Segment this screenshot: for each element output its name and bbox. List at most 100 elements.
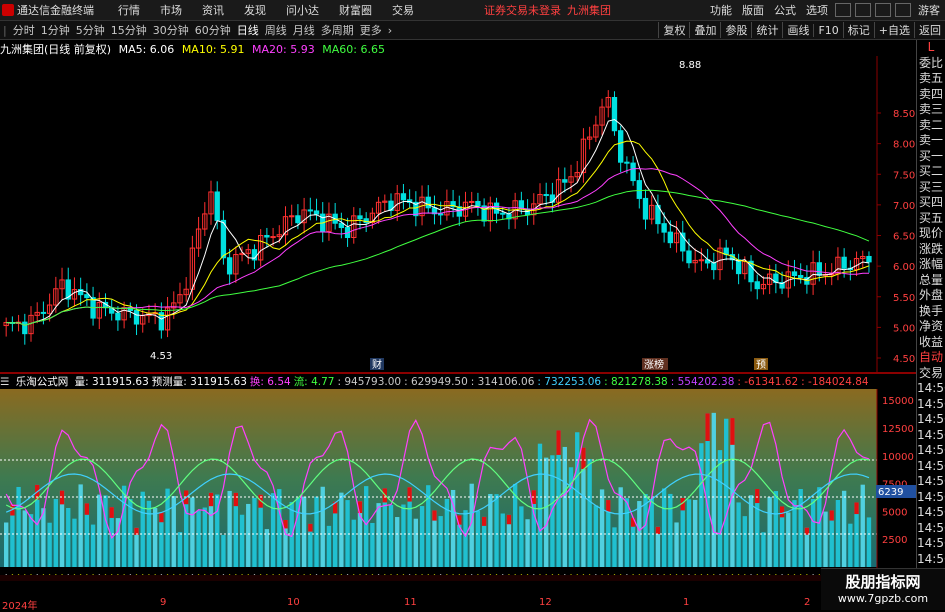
volume-bar [351,519,356,567]
menu-caifuquan[interactable]: 财富圈 [339,2,372,18]
volume-bar-top-red [506,514,512,525]
price-tick-label: 6.00 [893,262,915,273]
volume-bar-top-red [159,512,164,523]
volume-bar-top-red [606,500,611,513]
volume-bar [717,450,723,567]
price-tick-label: 6.50 [893,232,915,243]
volume-bar-top-red [233,492,239,507]
side-buy3: 买三 [918,179,943,194]
candle-body [636,180,642,199]
login-notice[interactable]: 证券交易未登录 [484,2,561,18]
tab-daily[interactable]: 日线 [237,22,259,38]
watermark-url: www.7gpzb.com [837,592,929,605]
tool-fanhui[interactable]: 返回 [914,22,945,38]
volume-bar [395,517,400,567]
marker-cai[interactable]: 财 [372,358,382,371]
volume-bar [326,525,332,567]
volume-bar [494,494,499,567]
settings-icon[interactable] [875,3,891,17]
indicator-value-10: : -61341.62 [737,376,799,388]
volume-bar [692,499,698,567]
date-12: 12 [539,597,552,608]
volume-bar [724,418,729,567]
tool-zixuan[interactable]: +自选 [873,22,914,38]
volume-bar [320,486,325,567]
tab-30min[interactable]: 30分钟 [153,22,189,38]
toolbar-left-icon[interactable]: | [3,24,7,37]
volume-bar [364,486,369,567]
tool-fuquan[interactable]: 复权 [658,22,689,38]
indicator-value-3: 流: 4.77 [293,376,335,388]
volume-bar-top-red [84,503,90,515]
side-time-1: 14:56 [917,396,945,411]
candlestick-chart[interactable]: 8.88 4.53 财 涨榜 预 8.50 8.00 7.50 7.00 6.50 6.0… [0,56,917,372]
side-time-3: 14:56 [917,427,945,442]
date-1: 1 [683,597,690,608]
tab-1min[interactable]: 1分钟 [41,22,70,38]
menu-banmian[interactable]: 版面 [742,2,764,18]
side-time-4: 14:56 [917,443,945,457]
indicator-menu-icon[interactable]: ☰ [0,376,9,388]
volume-bar [388,504,394,567]
tool-cangu[interactable]: 参股 [720,22,751,38]
volume-bar [190,497,195,567]
tab-more[interactable]: 更多 [360,22,382,38]
side-trade[interactable]: 交易 [917,366,945,382]
stock-title[interactable]: 九洲集团(日线 前复权) [0,43,111,56]
menu-gongshi[interactable]: 公式 [774,2,796,18]
marker-zhangbang[interactable]: 涨榜 [644,358,664,371]
guest-label[interactable]: 游客 [918,2,940,18]
volume-bar [736,502,741,567]
menu-faxian[interactable]: 发现 [244,2,266,18]
tab-60min[interactable]: 60分钟 [195,22,231,38]
more-chevron-icon[interactable]: › [388,24,392,37]
tab-monthly[interactable]: 月线 [293,22,315,38]
tool-diejia[interactable]: 叠加 [689,22,720,38]
menu-xuanxiang[interactable]: 选项 [806,2,828,18]
menu-hangqing[interactable]: 行情 [118,2,140,18]
indicator-values: 量: 311915.63 预测量: 311915.63 换: 6.54 流: 4.77… [75,376,872,388]
tab-multi-period[interactable]: 多周期 [321,22,354,38]
price-tick-label: 8.00 [893,140,915,151]
volume-bar [593,505,599,567]
volume-bar [537,443,543,567]
menu-zixun[interactable]: 资讯 [202,2,224,18]
volume-bar [47,522,52,567]
minimize-icon[interactable] [895,3,911,17]
volume-bar [848,523,853,567]
volume-bar [841,490,847,567]
menu-wenxiaoda[interactable]: 问小达 [286,2,319,18]
indicator-value-6: : 314106.06 [470,376,535,388]
volume-bar [624,498,630,567]
volume-bar [152,508,158,567]
menu-jiaoyi[interactable]: 交易 [392,2,414,18]
tab-15min[interactable]: 15分钟 [111,22,147,38]
side-auto[interactable]: 自动 [917,350,945,366]
volume-bar [239,514,245,567]
tool-tongji[interactable]: 统计 [751,22,782,38]
side-outer: 外盘 [918,288,943,302]
date-11: 11 [404,597,417,608]
skin-icon[interactable] [835,3,851,17]
tool-biaoji[interactable]: 标记 [842,22,874,38]
message-icon[interactable] [855,3,871,17]
high-price-label: 8.88 [679,60,701,71]
menu-shichang[interactable]: 市场 [160,2,182,18]
tool-f10[interactable]: F10 [813,23,842,37]
tab-weekly[interactable]: 周线 [265,22,287,38]
side-time-8: 14:56 [917,505,945,519]
volume-indicator-chart[interactable]: 150001250010000750050002500 6239 [0,389,917,597]
volume-bar [264,529,270,567]
side-sell3: 卖三 [918,102,943,116]
ma20-value: MA20: 5.93 [252,43,315,56]
menu-gongneng[interactable]: 功能 [710,2,732,18]
tab-fenshi[interactable]: 分时 [13,22,35,38]
tab-5min[interactable]: 5分钟 [76,22,105,38]
candle-body [357,215,363,220]
indicator-name[interactable]: 乐淘公式网 [16,376,69,388]
marker-yu[interactable]: 预 [756,359,766,371]
candle-body [642,197,649,220]
volume-bar [252,497,257,567]
side-l[interactable]: L [917,40,945,56]
tool-huaxian[interactable]: 画线 [782,22,813,38]
